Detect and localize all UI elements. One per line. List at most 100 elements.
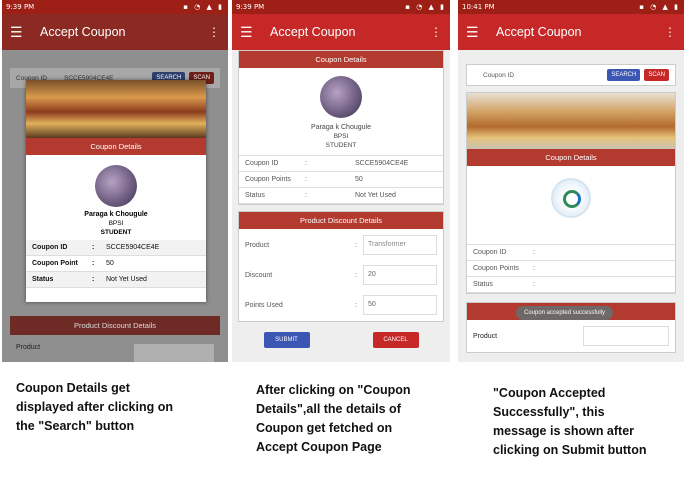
status-time: 9:39 PM [236, 3, 265, 11]
row-colon: : [305, 160, 307, 167]
form-row-discount: Discount : 20 [239, 255, 443, 285]
coupon-details-header[interactable]: Coupon Details [467, 149, 675, 166]
form-row-points: Points Used : 50 [239, 285, 443, 315]
row-colon: : [92, 244, 95, 251]
dialog-header: Coupon Details [26, 138, 206, 155]
screen-search-dialog: 9:39 PM ▪ ◔ ▲ ▮ ☰ Accept Coupon ⋮ Coupon… [2, 0, 228, 362]
caption-1: Coupon Details get displayed after click… [16, 381, 173, 433]
toast-message: Coupon accepted successfully [524, 310, 606, 316]
row-key: Coupon ID [245, 160, 279, 167]
table-row: Status : Not Yet Used [239, 188, 443, 204]
user-name: Paraga k Chougule [84, 211, 148, 218]
product-label: Product [16, 344, 41, 351]
user-dept: BPSI [333, 133, 349, 140]
screen-coupon-details: 9:39 PM ▪ ◔ ▲ ▮ ☰ Accept Coupon ⋮ Coupon… [232, 0, 450, 362]
hamburger-menu-icon[interactable]: ☰ [240, 24, 270, 41]
form-label: Product [245, 241, 270, 249]
scan-button[interactable]: SCAN [644, 69, 669, 81]
row-colon: : [305, 176, 307, 183]
status-icons: ▪ ◔ ▲ ▮ [639, 3, 680, 11]
form-colon: : [355, 241, 357, 249]
status-icons: ▪ ◔ ▲ ▮ [405, 3, 446, 11]
form-row-product: Product : Transformer [239, 229, 443, 255]
status-bar: 9:39 PM ▪ ◔ ▲ ▮ [232, 0, 450, 14]
row-value: SCCE5904CE4E [355, 160, 409, 167]
details-table: Coupon ID : SCCE5904CE4E Coupon Point : … [26, 240, 206, 288]
user-role: STUDENT [325, 142, 357, 149]
screen-accepted: 10:41 PM ▪ ◔ ▲ ▮ ☰ Accept Coupon ⋮ Coupo… [458, 0, 684, 362]
product-input[interactable]: Transformer [363, 235, 437, 255]
product-discount-label: Product Discount Details [73, 321, 157, 330]
product-label: Product [473, 332, 498, 340]
coupon-details-dialog: Coupon Details Paraga k Chougule BPSI ST… [26, 80, 206, 302]
action-buttons: SUBMIT CANCEL [232, 332, 450, 348]
table-row: Status : Not Yet Used [26, 272, 206, 288]
app-title: Accept Coupon [270, 25, 356, 39]
row-key: Coupon ID [473, 249, 507, 256]
hamburger-menu-icon[interactable]: ☰ [466, 24, 496, 41]
app-title: Accept Coupon [40, 25, 126, 39]
app-bar: ☰ Accept Coupon ⋮ [458, 14, 684, 50]
table-row: Coupon ID : SCCE5904CE4E [26, 240, 206, 256]
success-toast: Coupon accepted successfully [516, 306, 614, 320]
coupon-details-header[interactable]: Coupon Details [239, 51, 443, 68]
food-banner-image [467, 93, 675, 149]
search-button[interactable]: SEARCH [607, 69, 641, 81]
table-row: Coupon ID : SCCE5904CE4E [239, 155, 443, 172]
user-role: STUDENT [100, 229, 132, 236]
caption-2: After clicking on "Coupon Details",all t… [256, 383, 411, 454]
hamburger-menu-icon[interactable]: ☰ [10, 24, 40, 41]
row-key: Status [32, 276, 54, 283]
product-input[interactable] [134, 344, 214, 362]
product-row: Product [467, 320, 675, 352]
status-icons: ▪ ◔ ▲ ▮ [183, 3, 224, 11]
status-time: 10:41 PM [462, 3, 495, 11]
product-input[interactable] [583, 326, 669, 346]
coupon-card: Coupon Details Coupon ID : Coupon Points… [466, 92, 676, 294]
row-key: Status [245, 192, 265, 199]
row-value: 50 [355, 176, 363, 183]
coupon-details-card: Coupon Details Paraga k Chougule BPSI ST… [238, 50, 444, 205]
form-colon: : [355, 271, 357, 279]
overflow-menu-icon[interactable]: ⋮ [430, 25, 442, 39]
row-colon: : [533, 265, 535, 272]
overflow-menu-icon[interactable]: ⋮ [208, 25, 220, 39]
table-row: Coupon Points : [467, 261, 675, 277]
logo-swirl [563, 190, 581, 208]
row-key: Status [473, 281, 493, 288]
row-value: Not Yet Used [355, 192, 396, 199]
submit-button[interactable]: SUBMIT [263, 332, 310, 348]
row-key: Coupon Points [245, 176, 291, 183]
table-row: Coupon ID : [467, 244, 675, 261]
product-discount-card: Product Discount Details Product : Trans… [238, 211, 444, 322]
search-row: Coupon ID SEARCH SCAN [466, 64, 676, 86]
form-colon: : [355, 301, 357, 309]
row-key: Coupon Point [32, 260, 78, 267]
row-key: Coupon ID [32, 244, 68, 251]
points-used-input[interactable]: 50 [363, 295, 437, 315]
app-bar: ☰ Accept Coupon ⋮ [232, 14, 450, 50]
row-colon: : [92, 260, 95, 267]
row-colon: : [533, 281, 535, 288]
product-discount-header: Product Discount Details [239, 212, 443, 229]
table-row: Coupon Points : 50 [239, 172, 443, 188]
table-row: Status : [467, 277, 675, 293]
row-key: Coupon Points [473, 265, 519, 272]
row-value: SCCE5904CE4E [106, 244, 160, 251]
row-value: Not Yet Used [106, 276, 147, 283]
row-colon: : [92, 276, 95, 283]
status-bar: 9:39 PM ▪ ◔ ▲ ▮ [2, 0, 228, 14]
coupon-id-label: Coupon ID [483, 71, 515, 79]
form-label: Points Used [245, 301, 283, 309]
overflow-menu-icon[interactable]: ⋮ [664, 25, 676, 39]
app-title: Accept Coupon [496, 25, 582, 39]
discount-input[interactable]: 20 [363, 265, 437, 285]
status-bar: 10:41 PM ▪ ◔ ▲ ▮ [458, 0, 684, 14]
food-banner-image [26, 80, 206, 138]
product-row: Product [10, 340, 220, 362]
coupon-logo-icon [551, 178, 591, 218]
row-colon: : [305, 192, 307, 199]
product-discount-bar: Product Discount Details [10, 316, 220, 335]
cancel-button[interactable]: CANCEL [372, 332, 419, 348]
app-bar: ☰ Accept Coupon ⋮ [2, 14, 228, 50]
